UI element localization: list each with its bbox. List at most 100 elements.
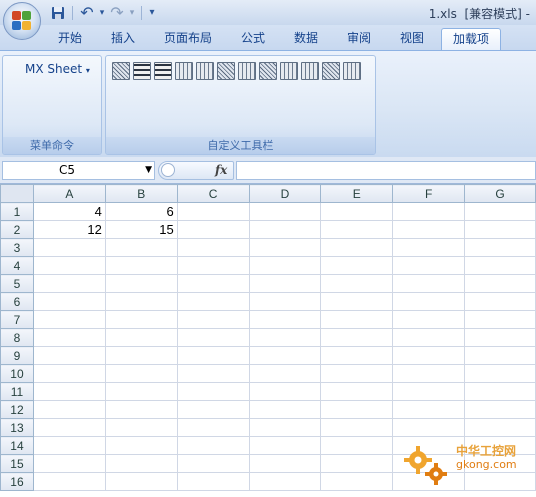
custom-tool-3-icon[interactable] bbox=[154, 62, 172, 80]
cell-b14[interactable] bbox=[104, 436, 178, 455]
name-box[interactable]: C5 ▼ bbox=[2, 161, 155, 180]
cell-f1[interactable] bbox=[392, 202, 466, 221]
cell-d1[interactable] bbox=[248, 202, 322, 221]
cell-f13[interactable] bbox=[392, 418, 466, 437]
cell-b8[interactable] bbox=[104, 328, 178, 347]
row-header[interactable]: 15 bbox=[0, 454, 34, 473]
cell-e6[interactable] bbox=[320, 292, 394, 311]
cell-b15[interactable] bbox=[104, 454, 178, 473]
cell-f6[interactable] bbox=[392, 292, 466, 311]
row-header[interactable]: 5 bbox=[0, 274, 34, 293]
cell-g4[interactable] bbox=[464, 256, 536, 275]
custom-tool-5-icon[interactable] bbox=[196, 62, 214, 80]
cell-d11[interactable] bbox=[248, 382, 322, 401]
cell-e8[interactable] bbox=[320, 328, 394, 347]
cell-f9[interactable] bbox=[392, 346, 466, 365]
column-header-g[interactable]: G bbox=[464, 184, 536, 203]
row-header[interactable]: 3 bbox=[0, 238, 34, 257]
redo-icon[interactable]: ↷ bbox=[108, 3, 126, 22]
cell-d13[interactable] bbox=[248, 418, 322, 437]
cell-e7[interactable] bbox=[320, 310, 394, 329]
cell-f3[interactable] bbox=[392, 238, 466, 257]
row-header[interactable]: 2 bbox=[0, 220, 34, 239]
cell-a12[interactable] bbox=[32, 400, 106, 419]
cell-c11[interactable] bbox=[176, 382, 250, 401]
cell-g1[interactable] bbox=[464, 202, 536, 221]
cell-a10[interactable] bbox=[32, 364, 106, 383]
column-header-f[interactable]: F bbox=[392, 184, 466, 203]
cell-b6[interactable] bbox=[104, 292, 178, 311]
row-header[interactable]: 9 bbox=[0, 346, 34, 365]
cell-f7[interactable] bbox=[392, 310, 466, 329]
cell-f2[interactable] bbox=[392, 220, 466, 239]
cell-e14[interactable] bbox=[320, 436, 394, 455]
name-box-dropdown-icon[interactable]: ▼ bbox=[145, 162, 152, 179]
cell-e4[interactable] bbox=[320, 256, 394, 275]
custom-tool-9-icon[interactable] bbox=[280, 62, 298, 80]
cell-f12[interactable] bbox=[392, 400, 466, 419]
cell-g10[interactable] bbox=[464, 364, 536, 383]
row-header[interactable]: 1 bbox=[0, 202, 34, 221]
undo-dropdown-icon[interactable]: ▾ bbox=[98, 4, 106, 21]
cell-g13[interactable] bbox=[464, 418, 536, 437]
cell-e12[interactable] bbox=[320, 400, 394, 419]
redo-dropdown-icon[interactable]: ▾ bbox=[128, 4, 136, 21]
cell-e3[interactable] bbox=[320, 238, 394, 257]
row-header[interactable]: 14 bbox=[0, 436, 34, 455]
cell-g12[interactable] bbox=[464, 400, 536, 419]
row-header[interactable]: 11 bbox=[0, 382, 34, 401]
column-header-e[interactable]: E bbox=[320, 184, 394, 203]
custom-tool-10-icon[interactable] bbox=[301, 62, 319, 80]
cell-d6[interactable] bbox=[248, 292, 322, 311]
cell-d3[interactable] bbox=[248, 238, 322, 257]
column-header-c[interactable]: C bbox=[176, 184, 250, 203]
tab-review[interactable]: 审阅 bbox=[336, 28, 382, 50]
cell-g9[interactable] bbox=[464, 346, 536, 365]
cell-d16[interactable] bbox=[248, 472, 322, 491]
select-all-corner[interactable] bbox=[0, 184, 34, 203]
cell-e9[interactable] bbox=[320, 346, 394, 365]
cell-b4[interactable] bbox=[104, 256, 178, 275]
cell-b13[interactable] bbox=[104, 418, 178, 437]
row-header[interactable]: 4 bbox=[0, 256, 34, 275]
cell-c10[interactable] bbox=[176, 364, 250, 383]
cell-c1[interactable] bbox=[176, 202, 250, 221]
custom-tool-1-icon[interactable] bbox=[112, 62, 130, 80]
cell-b2[interactable]: 15 bbox=[104, 220, 178, 239]
cell-e16[interactable] bbox=[320, 472, 394, 491]
tab-view[interactable]: 视图 bbox=[389, 28, 435, 50]
cell-f5[interactable] bbox=[392, 274, 466, 293]
custom-tool-8-icon[interactable] bbox=[259, 62, 277, 80]
cell-c4[interactable] bbox=[176, 256, 250, 275]
formula-input[interactable] bbox=[236, 161, 536, 180]
undo-icon[interactable]: ↶ bbox=[78, 3, 96, 22]
save-icon[interactable] bbox=[49, 4, 67, 21]
cell-f11[interactable] bbox=[392, 382, 466, 401]
office-button[interactable] bbox=[3, 2, 41, 40]
cell-a16[interactable] bbox=[32, 472, 106, 491]
custom-tool-7-icon[interactable] bbox=[238, 62, 256, 80]
cell-e15[interactable] bbox=[320, 454, 394, 473]
cell-g2[interactable] bbox=[464, 220, 536, 239]
cell-e5[interactable] bbox=[320, 274, 394, 293]
cell-c2[interactable] bbox=[176, 220, 250, 239]
row-header[interactable]: 12 bbox=[0, 400, 34, 419]
cell-e13[interactable] bbox=[320, 418, 394, 437]
cell-e10[interactable] bbox=[320, 364, 394, 383]
tab-home[interactable]: 开始 bbox=[46, 28, 94, 50]
cell-a5[interactable] bbox=[32, 274, 106, 293]
cell-b12[interactable] bbox=[104, 400, 178, 419]
cell-d5[interactable] bbox=[248, 274, 322, 293]
tab-formulas[interactable]: 公式 bbox=[230, 28, 276, 50]
cell-a7[interactable] bbox=[32, 310, 106, 329]
cell-a3[interactable] bbox=[32, 238, 106, 257]
cell-d2[interactable] bbox=[248, 220, 322, 239]
cell-d10[interactable] bbox=[248, 364, 322, 383]
cell-g11[interactable] bbox=[464, 382, 536, 401]
cell-a14[interactable] bbox=[32, 436, 106, 455]
cell-c7[interactable] bbox=[176, 310, 250, 329]
row-header[interactable]: 7 bbox=[0, 310, 34, 329]
column-header-d[interactable]: D bbox=[248, 184, 322, 203]
tab-data[interactable]: 数据 bbox=[283, 28, 329, 50]
cell-a11[interactable] bbox=[32, 382, 106, 401]
